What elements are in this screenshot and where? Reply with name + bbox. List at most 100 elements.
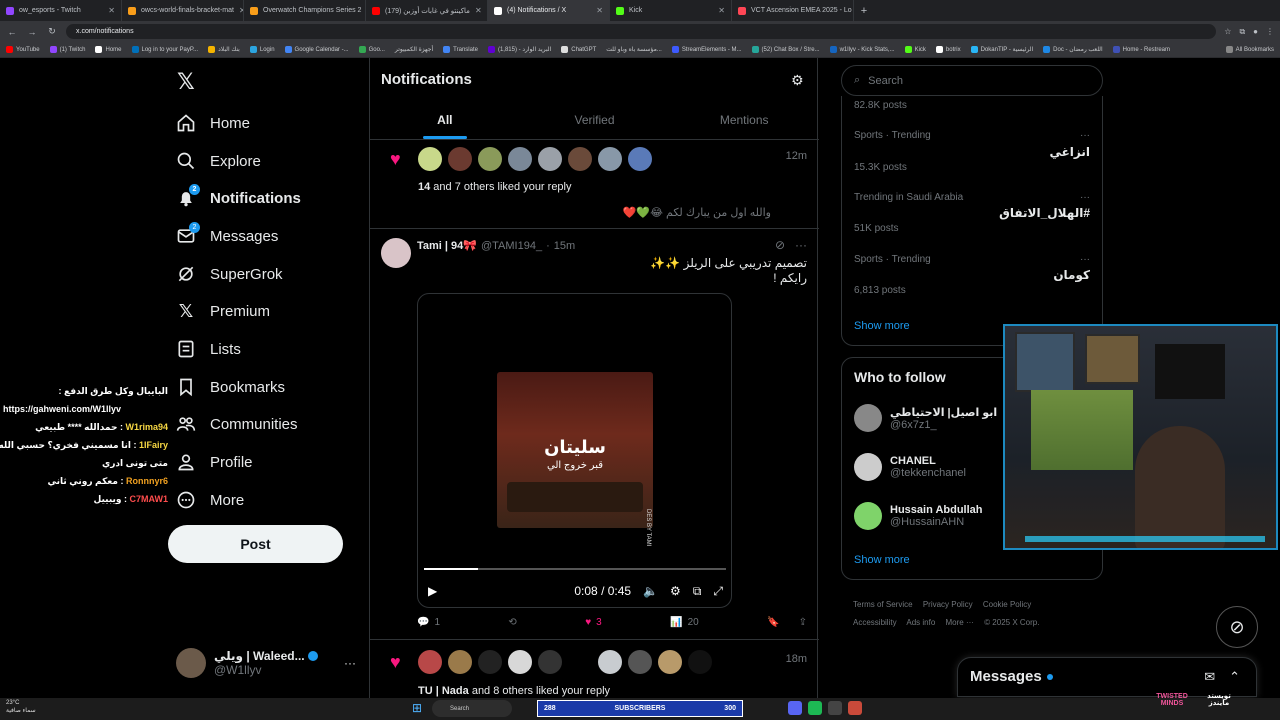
browser-tab[interactable]: Overwatch Champions Series 2✕ — [244, 0, 366, 21]
bookmark[interactable]: Google Calendar -... — [284, 46, 349, 53]
share-icon[interactable]: ⇪ — [799, 617, 807, 628]
discord-icon[interactable] — [788, 701, 802, 715]
bookmark[interactable]: Goo... — [358, 46, 385, 53]
play-icon[interactable]: ▶ — [428, 584, 437, 598]
bookmark[interactable]: بنك البلاد — [208, 46, 240, 53]
avatar[interactable] — [598, 147, 622, 171]
bookmark[interactable]: Log in to your PayP... — [131, 46, 198, 53]
show-more-link[interactable]: Show more — [854, 320, 910, 332]
avatar[interactable] — [538, 147, 562, 171]
like-notification[interactable]: ♥ 18m TU | Nada and 8 others liked your … — [370, 640, 819, 698]
grok-icon[interactable]: ⊘ — [1216, 606, 1258, 648]
footer-link[interactable]: Ads info — [906, 618, 935, 627]
volume-icon[interactable]: 🔈 — [643, 584, 658, 598]
footer-link[interactable]: Cookie Policy — [983, 600, 1031, 609]
browser-tab-active[interactable]: (4) Notifications / X ✕ — [488, 0, 610, 21]
profile-icon[interactable]: ● — [1253, 27, 1258, 37]
bookmark[interactable]: botrix — [935, 46, 961, 53]
avatar[interactable] — [418, 650, 442, 674]
reload-icon[interactable]: ↻ — [46, 26, 58, 37]
avatar[interactable] — [478, 147, 502, 171]
bookmark[interactable]: Home - Restream — [1112, 46, 1170, 53]
browser-tab[interactable]: ow_esports - Twitch ✕ — [0, 0, 122, 21]
avatar[interactable] — [508, 147, 532, 171]
all-bookmarks[interactable]: All Bookmarks — [1225, 46, 1274, 53]
avatar[interactable] — [448, 147, 472, 171]
views-button[interactable]: 📊 20 — [670, 617, 699, 628]
more-dots-icon[interactable]: ··· — [795, 238, 807, 252]
grok-icon[interactable]: ⊘ — [775, 238, 785, 252]
bookmark[interactable]: DokanTIP - الرئيسية — [970, 46, 1033, 53]
bookmark[interactable]: w1llyv - Kick Stats,... — [829, 46, 895, 53]
footer-link[interactable]: Privacy Policy — [923, 600, 973, 609]
post-button[interactable]: Post — [168, 525, 343, 563]
new-tab-button[interactable]: + — [854, 0, 874, 21]
account-switcher[interactable]: ويلي | Waleed... @W1llyv ··· — [176, 646, 356, 680]
obs-icon[interactable] — [828, 701, 842, 715]
nav-notifications[interactable]: 2 Notifications — [176, 183, 301, 213]
like-notification[interactable]: ♥ 12m 14 and 7 others liked your reply و… — [370, 140, 819, 229]
browser-tab[interactable]: VCT Ascension EMEA 2025 - Lo✕ — [732, 0, 854, 21]
avatar[interactable] — [508, 650, 532, 674]
windows-start-icon[interactable]: ⊞ — [412, 701, 426, 715]
like-button[interactable]: ♥ 3 — [585, 617, 602, 628]
browser-tab[interactable]: Kick ✕ — [610, 0, 732, 21]
fullscreen-icon[interactable]: ⤢ — [713, 584, 723, 599]
avatar[interactable] — [478, 650, 502, 674]
trend-name[interactable]: انزاغي — [1049, 145, 1090, 159]
bookmark[interactable]: Login — [249, 46, 275, 53]
search-input[interactable]: ⌕ Search — [841, 65, 1103, 96]
bookmark[interactable]: Doc - اللعب رمضان — [1043, 46, 1103, 53]
reply-button[interactable]: 💬 1 — [417, 617, 440, 628]
nav-bookmarks[interactable]: Bookmarks — [176, 372, 285, 402]
video-player[interactable]: سليتان قبر خروج الي DES BY TAMI ▶ 0:08 /… — [417, 293, 732, 608]
avatar[interactable] — [568, 147, 592, 171]
tweet-author-name[interactable]: Tami | 94🎀 — [417, 239, 477, 252]
nav-messages[interactable]: 2 Messages — [176, 221, 278, 251]
avatar[interactable] — [538, 650, 562, 674]
more-dots-icon[interactable]: ··· — [1080, 130, 1090, 141]
mention-tweet[interactable]: Tami | 94🎀 @TAMI194_ · 15m ⊘ ··· تصميم ت… — [370, 229, 819, 640]
bookmark-button[interactable]: 🔖 ⇪ — [767, 617, 807, 628]
tab-verified[interactable]: Verified — [520, 100, 670, 139]
weather-widget[interactable]: 23°C سماء صافية — [6, 699, 36, 715]
bookmark[interactable]: البريد الوارد - (1,815) — [487, 46, 551, 53]
avatar[interactable] — [448, 650, 472, 674]
compose-message-icon[interactable]: ✉ — [1204, 669, 1215, 685]
nav-lists[interactable]: Lists — [176, 334, 241, 364]
retweet-button[interactable]: ⟲ — [508, 617, 516, 628]
avatar[interactable] — [381, 238, 411, 268]
app-icon[interactable] — [848, 701, 862, 715]
nav-home[interactable]: Home — [176, 108, 250, 138]
bookmark[interactable]: YouTube — [6, 46, 40, 53]
settings-icon[interactable]: ⚙ — [670, 584, 681, 598]
messages-drawer[interactable]: Messages ✉ ⌃ — [957, 657, 1257, 697]
more-dots-icon[interactable]: ··· — [1080, 192, 1090, 203]
video-progress-bar[interactable] — [424, 568, 726, 570]
bookmark[interactable]: Kick — [904, 46, 926, 53]
x-logo-icon[interactable]: 𝕏 — [177, 71, 199, 93]
bookmark[interactable]: Home — [95, 46, 122, 53]
avatar[interactable] — [628, 147, 652, 171]
nav-profile[interactable]: Profile — [176, 447, 253, 477]
nav-premium[interactable]: 𝕏 Premium — [176, 296, 270, 326]
more-dots-icon[interactable]: ··· — [344, 656, 356, 670]
bookmark[interactable]: أجهزة الكمبيوتر — [395, 46, 433, 53]
spotify-icon[interactable] — [808, 701, 822, 715]
more-dots-icon[interactable]: ··· — [1080, 254, 1090, 265]
taskbar-search[interactable]: Search — [432, 700, 512, 717]
nav-more[interactable]: More — [176, 485, 244, 515]
star-icon[interactable]: ☆ — [1224, 27, 1231, 37]
gear-icon[interactable]: ⚙ — [791, 72, 807, 88]
footer-link[interactable]: Accessibility — [853, 618, 897, 627]
trend-name[interactable]: كومان — [1053, 268, 1090, 282]
avatar[interactable] — [568, 650, 592, 674]
browser-tab[interactable]: (179) ماكينتو في غابات أوزبن ✕ — [366, 0, 488, 21]
footer-link[interactable]: Terms of Service — [853, 600, 913, 609]
avatar[interactable] — [688, 650, 712, 674]
close-icon[interactable]: ✕ — [108, 6, 115, 15]
bookmark[interactable]: StreamElements - M... — [671, 46, 742, 53]
forward-icon[interactable]: → — [26, 27, 38, 37]
avatar[interactable] — [418, 147, 442, 171]
show-more-link[interactable]: Show more — [854, 554, 910, 566]
